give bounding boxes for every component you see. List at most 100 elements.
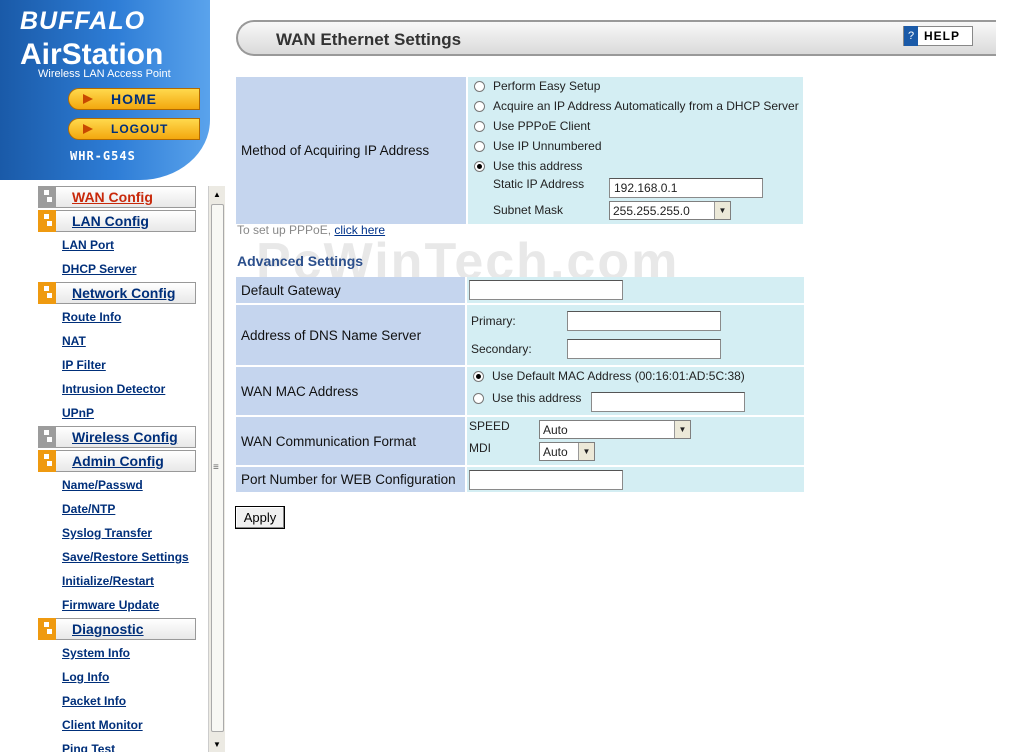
menu-wan-config[interactable]: WAN Config: [38, 186, 196, 208]
option-easy-setup: Perform Easy Setup: [493, 79, 601, 93]
logo-area: BUFFALO AirStation Wireless LAN Access P…: [0, 0, 210, 185]
advanced-settings-heading: Advanced Settings: [237, 253, 364, 269]
menu-item-firmware-update[interactable]: Firmware Update: [62, 598, 159, 612]
menu-item-save-restore[interactable]: Save/Restore Settings: [62, 550, 189, 564]
menu-bullet-icon: [38, 426, 56, 448]
menu-item-ip-filter[interactable]: IP Filter: [62, 358, 106, 372]
subnet-mask-label: Subnet Mask: [493, 203, 564, 217]
menu-item-upnp[interactable]: UPnP: [62, 406, 94, 420]
mdi-select[interactable]: Auto ▼: [539, 442, 595, 461]
menu-bullet-icon: [38, 450, 56, 472]
menu-item-initialize-restart[interactable]: Initialize/Restart: [62, 574, 154, 588]
subnet-mask-select[interactable]: 255.255.255.0 ▼: [609, 201, 731, 220]
menu-item-packet-info[interactable]: Packet Info: [62, 694, 126, 708]
dns-primary-label: Primary:: [471, 314, 516, 328]
radio-easy-setup[interactable]: [474, 81, 485, 93]
custom-mac-option: Use this address: [492, 391, 582, 405]
menu-label: Admin Config: [72, 453, 164, 469]
title-bar: WAN Ethernet Settings: [236, 20, 996, 56]
menu-item-name-passwd[interactable]: Name/Passwd: [62, 478, 143, 492]
default-mac-option: Use Default MAC Address (00:16:01:AD:5C:…: [492, 369, 745, 383]
menu-scrollbar[interactable]: ▲ ≡ ▼: [208, 186, 225, 752]
menu-admin-config[interactable]: Admin Config: [38, 450, 196, 472]
dns-primary-input[interactable]: [567, 311, 721, 331]
page-title: WAN Ethernet Settings: [276, 30, 462, 49]
arrow-right-icon: [83, 94, 93, 104]
arrow-right-icon: [83, 124, 93, 134]
port-input[interactable]: [469, 469, 623, 490]
menu-item-ping-test[interactable]: Ping Test: [62, 742, 115, 752]
menu-item-route-info[interactable]: Route Info: [62, 310, 121, 324]
help-button[interactable]: ? HELP: [903, 26, 973, 46]
model-name: WHR-G54S: [70, 149, 136, 163]
menu-item-dhcp-server[interactable]: DHCP Server: [62, 262, 136, 276]
custom-mac-input[interactable]: [591, 392, 745, 412]
option-use-this-address: Use this address: [493, 159, 583, 173]
chevron-down-icon: ▼: [674, 421, 690, 438]
menu-bullet-icon: [38, 618, 56, 640]
help-icon: ?: [904, 26, 918, 46]
static-ip-label: Static IP Address: [493, 177, 585, 191]
menu-item-nat[interactable]: NAT: [62, 334, 86, 348]
scroll-up-icon[interactable]: ▲: [209, 186, 225, 202]
speed-value: Auto: [543, 423, 568, 437]
menu-item-lan-port[interactable]: LAN Port: [62, 238, 114, 252]
ip-method-table: Method of Acquiring IP Address Perform E…: [236, 77, 803, 226]
speed-label: SPEED: [469, 419, 510, 433]
option-pppoe: Use PPPoE Client: [493, 119, 591, 133]
advanced-settings-table: Default Gateway Address of DNS Name Serv…: [236, 277, 804, 494]
menu-item-system-info[interactable]: System Info: [62, 646, 130, 660]
scroll-down-icon[interactable]: ▼: [209, 736, 225, 752]
content-frame: WAN Ethernet Settings ? HELP Method of A…: [226, 0, 1022, 752]
mdi-value: Auto: [543, 445, 568, 459]
mdi-label: MDI: [469, 441, 491, 455]
home-button-label: HOME: [111, 91, 157, 107]
menu-network-config[interactable]: Network Config: [38, 282, 196, 304]
radio-dhcp[interactable]: [474, 101, 485, 113]
subnet-mask-value: 255.255.255.0: [613, 204, 690, 218]
logout-button-label: LOGOUT: [111, 122, 169, 136]
gateway-label: Default Gateway: [236, 277, 467, 305]
port-label: Port Number for WEB Configuration: [236, 467, 467, 494]
option-dhcp: Acquire an IP Address Automatically from…: [493, 99, 799, 113]
comm-format-label: WAN Communication Format: [236, 417, 467, 467]
menu-item-date-ntp[interactable]: Date/NTP: [62, 502, 115, 516]
product-subtitle: Wireless LAN Access Point: [38, 68, 171, 80]
chevron-down-icon: ▼: [578, 443, 594, 460]
dns-secondary-input[interactable]: [567, 339, 721, 359]
radio-use-this-address[interactable]: [474, 161, 485, 173]
menu-bullet-icon: [38, 210, 56, 232]
menu-item-client-monitor[interactable]: Client Monitor: [62, 718, 143, 732]
product-logo: AirStation: [20, 38, 164, 71]
menu-item-log-info[interactable]: Log Info: [62, 670, 109, 684]
brand-logo: BUFFALO: [20, 7, 146, 35]
menu-wireless-config[interactable]: Wireless Config: [38, 426, 196, 448]
chevron-down-icon: ▼: [714, 202, 730, 219]
radio-pppoe[interactable]: [474, 121, 485, 133]
menu-diagnostic[interactable]: Diagnostic: [38, 618, 196, 640]
menu-label: WAN Config: [72, 189, 153, 205]
home-button[interactable]: HOME: [68, 88, 200, 110]
apply-button[interactable]: Apply: [235, 506, 285, 529]
menu-label: Network Config: [72, 285, 176, 301]
menu-bullet-icon: [38, 186, 56, 208]
radio-default-mac[interactable]: [473, 371, 484, 383]
radio-custom-mac[interactable]: [473, 393, 484, 405]
logout-button[interactable]: LOGOUT: [68, 118, 200, 140]
menu-label: LAN Config: [72, 213, 149, 229]
static-ip-input[interactable]: 192.168.0.1: [609, 178, 763, 198]
help-label: HELP: [924, 29, 961, 43]
menu-lan-config[interactable]: LAN Config: [38, 210, 196, 232]
gateway-input[interactable]: [469, 280, 623, 300]
method-options: Perform Easy Setup Acquire an IP Address…: [468, 77, 803, 226]
menu-label: Wireless Config: [72, 429, 178, 445]
speed-select[interactable]: Auto ▼: [539, 420, 691, 439]
menu-label: Diagnostic: [72, 621, 144, 637]
radio-ip-unnumbered[interactable]: [474, 141, 485, 153]
left-navigation-frame: BUFFALO AirStation Wireless LAN Access P…: [0, 0, 226, 752]
menu-item-intrusion-detector[interactable]: Intrusion Detector: [62, 382, 165, 396]
grip-icon: ≡: [213, 462, 219, 473]
menu-item-syslog-transfer[interactable]: Syslog Transfer: [62, 526, 152, 540]
dns-secondary-label: Secondary:: [471, 342, 532, 356]
mac-label: WAN MAC Address: [236, 367, 467, 417]
